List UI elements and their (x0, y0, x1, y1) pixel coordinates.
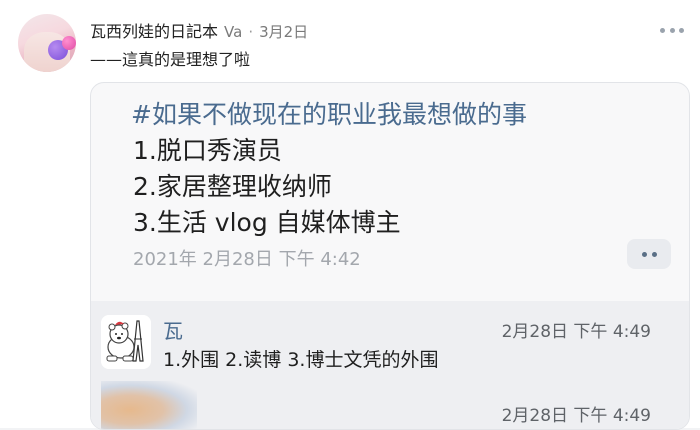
commenter-avatar[interactable] (101, 315, 151, 369)
commenter-name[interactable]: 瓦 (163, 315, 183, 344)
post-card: 瓦西列娃的日記本 Va · 3月2日 ——這真的是理想了啦 #如果不做现在的职业… (0, 0, 700, 430)
more-options-icon[interactable] (627, 239, 671, 269)
comment-time: 2月28日 下午 4:49 (501, 322, 651, 342)
list-item: 2.家居整理收纳师 (133, 172, 332, 201)
embedded-screenshot[interactable]: #如果不做现在的职业我最想做的事 1.脱口秀演员 2.家居整理收纳师 3.生活 … (90, 82, 690, 430)
avatar-ball-pink (62, 36, 76, 50)
comment-item: 2月28日 下午 4:49 (101, 381, 679, 429)
bear-eiffel-icon (101, 315, 151, 369)
post-header: 瓦西列娃的日記本 Va · 3月2日 (90, 18, 308, 42)
more-options-icon[interactable] (660, 22, 684, 38)
post-text: ——這真的是理想了啦 (90, 50, 251, 69)
comment-text: 1.外围 2.读博 3.博士文凭的外围 (163, 349, 439, 371)
list-item: 3.生活 vlog 自媒体博主 (133, 208, 401, 237)
user-avatar[interactable] (18, 14, 76, 72)
comments-section: 瓦 2月28日 下午 4:49 1.外围 2.读博 3.博士文凭的外围 2月28… (91, 301, 689, 429)
hashtag-title[interactable]: #如果不做现在的职业我最想做的事 (131, 95, 527, 131)
user-name[interactable]: 瓦西列娃的日記本 (90, 18, 218, 42)
post-date[interactable]: 3月2日 (259, 21, 308, 42)
quote-date: 2021年 2月28日 下午 4:42 (133, 249, 361, 270)
comment-time: 2月28日 下午 4:49 (501, 406, 651, 426)
comment-item: 瓦 2月28日 下午 4:49 1.外围 2.读博 3.博士文凭的外围 (101, 315, 679, 375)
commenter-avatar[interactable] (101, 381, 197, 429)
list-item: 1.脱口秀演员 (133, 136, 282, 165)
user-handle[interactable]: Va (224, 23, 242, 41)
separator-dot: · (248, 23, 254, 41)
